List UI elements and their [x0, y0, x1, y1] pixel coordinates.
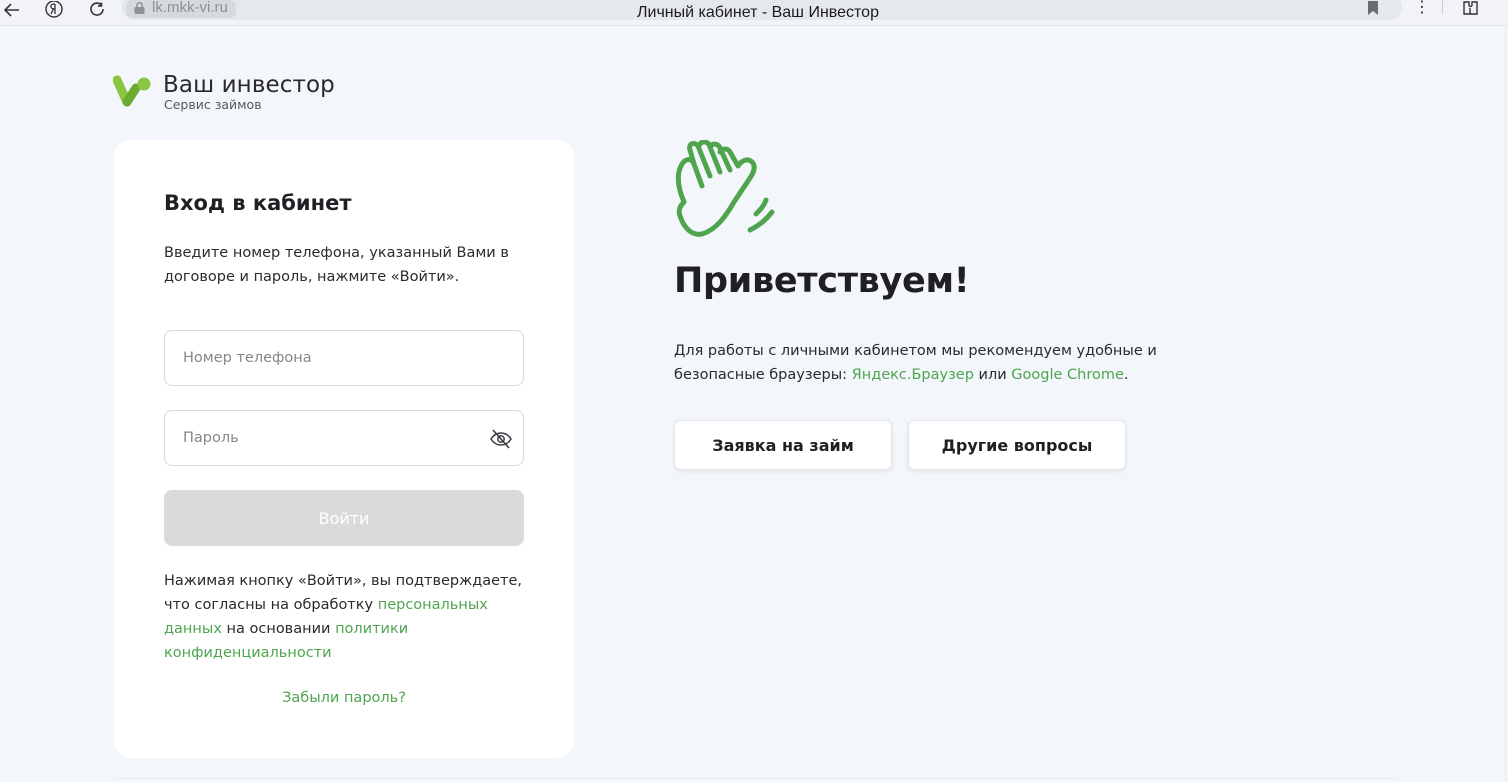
consent-text-part: на основании [221, 621, 336, 637]
login-description: Введите номер телефона, указанный Вами в… [164, 245, 509, 285]
phone-input[interactable] [183, 331, 483, 385]
toolbar-divider [1442, 0, 1443, 14]
scrollbar-track [1505, 26, 1506, 782]
login-title: Вход в кабинет [164, 191, 352, 215]
google-chrome-link[interactable]: Google Chrome [1011, 367, 1124, 383]
login-button[interactable]: Войти [164, 490, 524, 546]
password-input[interactable] [183, 411, 483, 465]
welcome-heading: Приветствуем! [674, 261, 970, 301]
recommendation-text-part: . [1123, 367, 1129, 383]
bookmark-icon[interactable] [1366, 0, 1380, 19]
logo-mark-icon [113, 75, 151, 107]
extensions-icon[interactable] [1460, 0, 1480, 20]
other-questions-button[interactable]: Другие вопросы [908, 420, 1126, 470]
loan-application-button[interactable]: Заявка на займ [674, 420, 892, 470]
login-card: Вход в кабинет Введите номер телефона, у… [114, 140, 574, 758]
forgot-password-row: Забыли пароль? [114, 686, 574, 710]
password-field[interactable] [164, 410, 524, 466]
more-dots-icon[interactable]: ⋮ [1412, 0, 1432, 15]
tab-title: Личный кабинет - Ваш Инвестор [637, 4, 879, 21]
brand-subtitle: Сервис займов [164, 97, 262, 112]
phone-field[interactable] [164, 330, 524, 386]
recommendation-text-part: или [973, 367, 1012, 383]
browser-recommendation: Для работы с личными кабинетом мы рекоме… [674, 339, 1174, 387]
consent-text: Нажимая кнопку «Войти», вы подтверждаете… [164, 569, 534, 665]
footer-divider [114, 778, 1398, 779]
brand-name: Ваш инвестор [163, 72, 335, 98]
yandex-browser-link[interactable]: Яндекс.Браузер [852, 367, 974, 383]
forgot-password-link[interactable]: Забыли пароль? [282, 690, 406, 706]
browser-toolbar: lk.mkk-vi.ru Личный кабинет - Ваш Инвест… [0, 0, 1508, 26]
waving-hand-icon [675, 140, 775, 237]
eye-slash-icon[interactable] [489, 428, 513, 450]
